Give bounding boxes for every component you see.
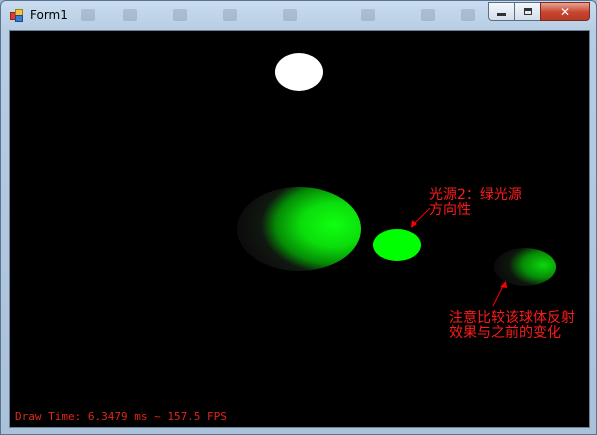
sphere-note-arrowhead <box>500 281 507 288</box>
draw-time-status: Draw Time: 6.3479 ms ~ 157.5 FPS <box>15 410 227 423</box>
minimize-icon <box>497 12 506 16</box>
light2-annotation-line1: 光源2：绿光源 <box>429 187 522 203</box>
sphere-note-line1: 注意比较该球体反射 <box>449 310 575 326</box>
maximize-button[interactable] <box>514 2 541 21</box>
sphere-note-annotation: 注意比较该球体反射 效果与之前的变化 <box>449 311 575 341</box>
large-green-sphere <box>237 187 361 271</box>
minimize-button[interactable] <box>488 2 515 21</box>
close-icon: ✕ <box>559 4 571 19</box>
small-green-sphere <box>494 248 556 286</box>
sphere-note-line2: 效果与之前的变化 <box>449 325 561 341</box>
maximize-icon <box>523 8 532 15</box>
light2-annotation-line2: 方向性 <box>429 202 471 218</box>
render-canvas[interactable]: 光源2：绿光源 方向性 注意比较该球体反射 效果与之前的变化 Draw Time… <box>9 30 590 428</box>
green-light-sphere <box>373 229 421 261</box>
background-toolbar-ghost <box>61 9 481 23</box>
app-window: Form1 ✕ 光源2：绿光源 方向性 注意比较该球体反射 效果与之前的变化 D… <box>0 0 597 435</box>
scene-svg <box>237 53 556 307</box>
white-light-sphere <box>275 53 323 91</box>
close-button[interactable]: ✕ <box>540 2 590 21</box>
light2-arrow <box>412 207 431 226</box>
title-bar[interactable]: Form1 ✕ <box>1 1 596 29</box>
app-icon[interactable] <box>10 9 23 22</box>
light2-annotation: 光源2：绿光源 方向性 <box>429 188 522 218</box>
